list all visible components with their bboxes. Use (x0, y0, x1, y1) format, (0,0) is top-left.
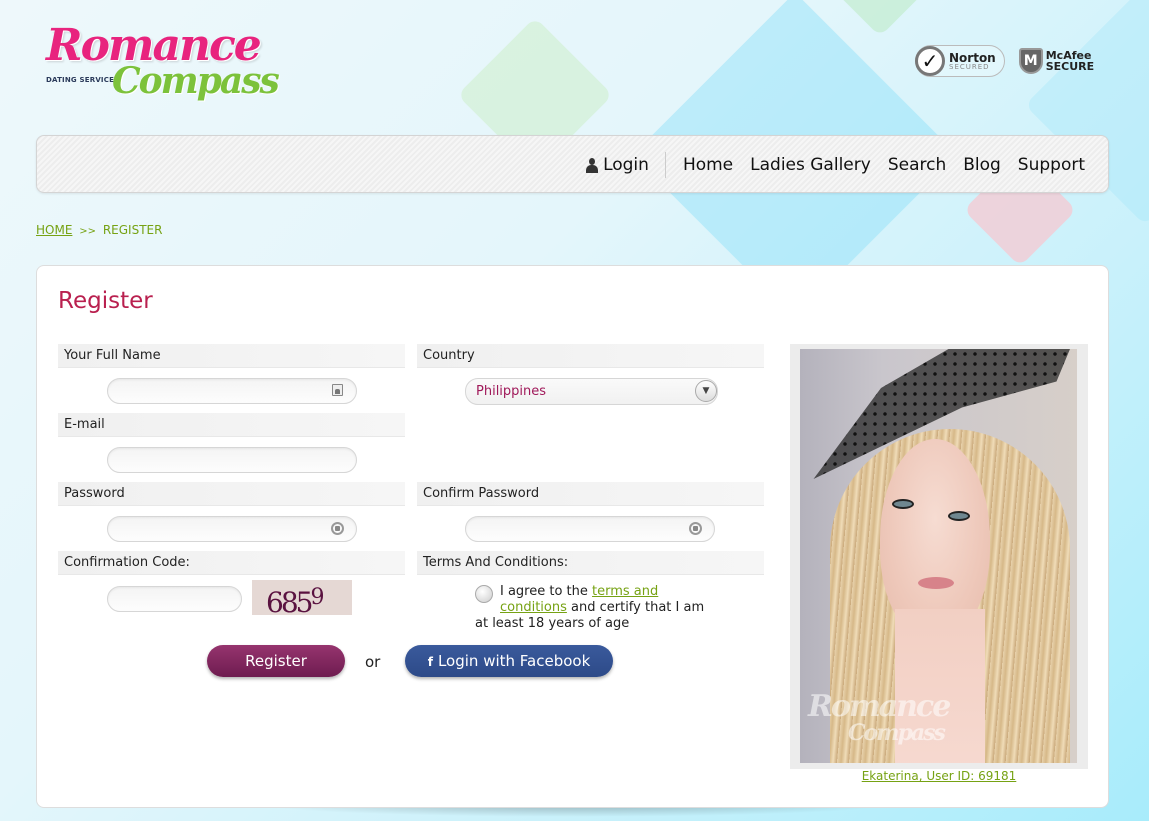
breadcrumb-separator: >> (79, 226, 96, 237)
background-diamond (823, 0, 937, 37)
email-label: E-mail (58, 413, 405, 437)
nav-login-link[interactable]: Login (586, 152, 666, 178)
user-icon (586, 157, 599, 173)
checkmark-icon: ✓ (915, 46, 945, 76)
norton-badge[interactable]: ✓ Norton SECURED (915, 45, 1005, 77)
nav-link-support[interactable]: Support (1018, 155, 1085, 175)
mcafee-sub: SECURE (1045, 60, 1095, 73)
contact-card-icon (332, 384, 343, 396)
logo-compass-text: Compass (112, 60, 280, 102)
terms-text-before: I agree to the (500, 584, 593, 599)
lock-icon (331, 522, 344, 535)
shield-m-icon: M (1018, 48, 1043, 74)
profile-photo[interactable]: Romance Compass (800, 349, 1077, 763)
country-label: Country (417, 344, 764, 368)
breadcrumb-current: REGISTER (102, 223, 163, 237)
or-separator: or (365, 653, 381, 671)
site-logo[interactable]: Romance DATING SERVICE Compass (46, 20, 280, 112)
security-badges: ✓ Norton SECURED M McAfee SECURE (915, 45, 1094, 77)
confirmation-code-input[interactable] (107, 586, 242, 612)
chevron-down-icon[interactable]: ▼ (695, 380, 717, 402)
breadcrumb: HOME >> REGISTER (36, 223, 162, 237)
terms-text-line3: at least 18 years of age (475, 616, 630, 631)
profile-caption-link[interactable]: Ekaterina, User ID: 69181 (790, 769, 1088, 783)
profile-photo-frame: Romance Compass (790, 344, 1088, 769)
email-input[interactable] (107, 447, 357, 473)
register-panel: Register Your Full Name Country Philippi… (36, 265, 1109, 808)
nav-login-label: Login (603, 155, 649, 175)
nav-link-search[interactable]: Search (888, 155, 946, 175)
breadcrumb-home-link[interactable]: HOME (36, 223, 72, 237)
confirm-password-input[interactable] (465, 516, 715, 542)
terms-link-cont[interactable]: conditions (500, 600, 567, 615)
confirmation-code-label: Confirmation Code: (58, 551, 405, 575)
terms-label: Terms And Conditions: (417, 551, 764, 575)
country-selected-value: Philippines (476, 384, 547, 399)
captcha-image: 6859 (252, 580, 352, 615)
captcha-digit-sup: 9 (310, 585, 324, 610)
full-name-input[interactable] (107, 378, 357, 404)
page-title: Register (58, 288, 153, 314)
password-label: Password (58, 482, 405, 506)
terms-text: I agree to the terms and conditions and … (475, 584, 715, 632)
captcha-digits: 685 (266, 586, 313, 615)
nav-link-ladies-gallery[interactable]: Ladies Gallery (750, 155, 871, 175)
nav-link-blog[interactable]: Blog (963, 155, 1001, 175)
terms-link[interactable]: terms and (592, 584, 658, 599)
terms-text-after: and certify that I am (566, 600, 705, 615)
facebook-login-label: Login with Facebook (437, 652, 591, 670)
photo-watermark: Romance Compass (808, 689, 951, 747)
norton-name: Norton (949, 50, 996, 65)
main-navbar: Login Home Ladies Gallery Search Blog Su… (36, 135, 1109, 193)
norton-sub: SECURED (949, 62, 990, 71)
logo-tagline: DATING SERVICE (46, 76, 115, 84)
facebook-icon: f (427, 655, 433, 669)
confirm-password-label: Confirm Password (417, 482, 764, 506)
register-button[interactable]: Register (207, 645, 345, 677)
full-name-label: Your Full Name (58, 344, 405, 368)
password-input[interactable] (107, 516, 357, 542)
country-select[interactable]: Philippines ▼ (465, 378, 718, 405)
nav-link-home[interactable]: Home (683, 155, 733, 175)
facebook-login-button[interactable]: f Login with Facebook (405, 645, 613, 677)
mcafee-badge[interactable]: M McAfee SECURE (1018, 48, 1095, 74)
lock-icon (689, 522, 702, 535)
